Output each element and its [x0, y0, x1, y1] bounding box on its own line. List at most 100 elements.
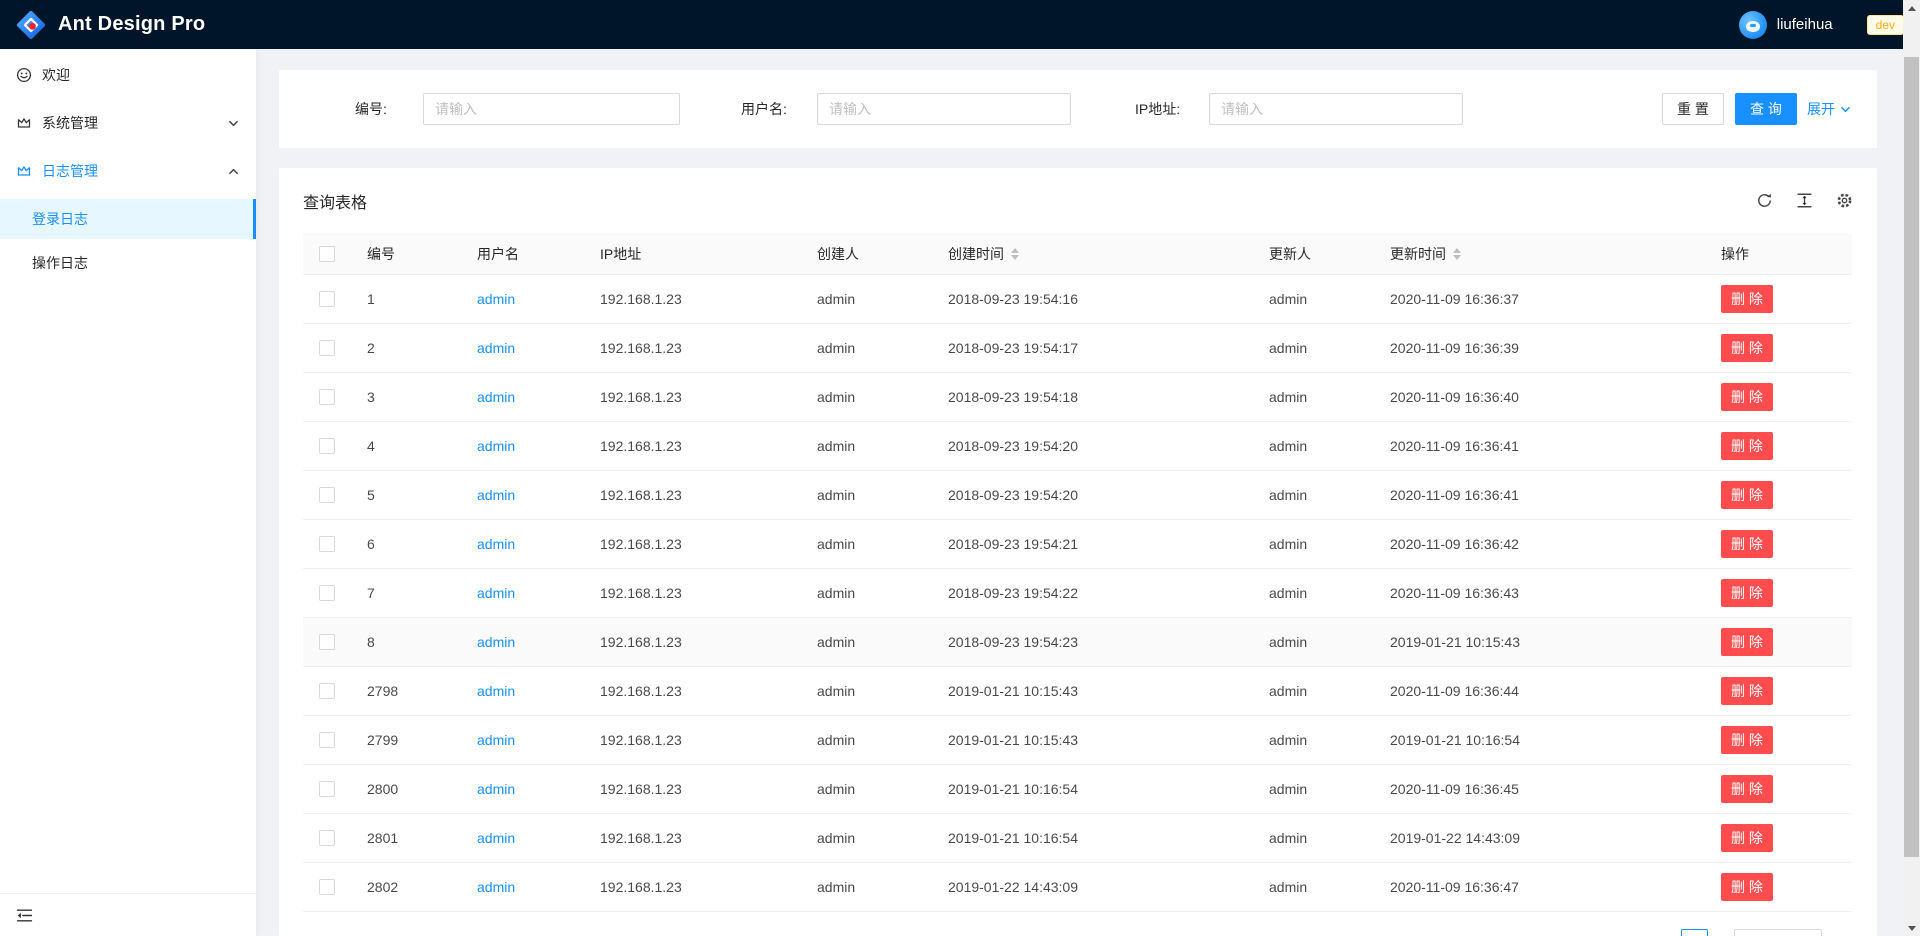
sort-toggle[interactable] [1011, 248, 1019, 260]
id-input[interactable] [423, 93, 680, 125]
username-link[interactable]: admin [477, 781, 515, 797]
table-title: 查询表格 [303, 189, 367, 213]
delete-button[interactable]: 删 除 [1721, 383, 1773, 411]
delete-button[interactable]: 删 除 [1721, 334, 1773, 362]
expand-toggle[interactable]: 展开 [1807, 99, 1851, 119]
delete-button[interactable]: 删 除 [1721, 579, 1773, 607]
select-all-checkbox[interactable] [319, 246, 335, 262]
field-label-id: 编号: [355, 99, 387, 119]
cell-created-time: 2018-09-23 19:54:22 [932, 585, 1253, 601]
row-checkbox[interactable] [319, 634, 335, 650]
delete-button[interactable]: 删 除 [1721, 873, 1773, 901]
username-link[interactable]: admin [477, 536, 515, 552]
sort-toggle[interactable] [1453, 248, 1461, 260]
sidebar-item-welcome[interactable]: 欢迎 [0, 55, 256, 95]
sidebar-item-log-management[interactable]: 日志管理 [0, 151, 256, 191]
username-link[interactable]: admin [477, 340, 515, 356]
username-link[interactable]: admin [477, 291, 515, 307]
row-checkbox[interactable] [319, 683, 335, 699]
username-input[interactable] [817, 93, 1071, 125]
delete-button[interactable]: 删 除 [1721, 628, 1773, 656]
sidebar-item-label: 操作日志 [32, 253, 88, 273]
cell-updater: admin [1253, 487, 1374, 503]
username-link[interactable]: admin [477, 732, 515, 748]
row-checkbox[interactable] [319, 830, 335, 846]
column-height-icon[interactable] [1796, 192, 1813, 209]
delete-button[interactable]: 删 除 [1721, 481, 1773, 509]
username-link[interactable]: admin [477, 438, 515, 454]
cell-creator: admin [801, 634, 932, 650]
cell-creator: admin [801, 291, 932, 307]
field-label-ip: IP地址: [1135, 99, 1180, 119]
table-row: 2798 admin 192.168.1.23 admin 2019-01-21… [303, 667, 1852, 716]
cell-created-time: 2019-01-22 14:43:09 [932, 879, 1253, 895]
username-link[interactable]: admin [477, 389, 515, 405]
row-checkbox[interactable] [319, 781, 335, 797]
query-button[interactable]: 查 询 [1735, 93, 1797, 125]
cell-updater: admin [1253, 879, 1374, 895]
cell-id: 2 [351, 340, 461, 356]
table-row: 2799 admin 192.168.1.23 admin 2019-01-21… [303, 716, 1852, 765]
pagination-page-1[interactable] [1681, 929, 1708, 936]
row-checkbox[interactable] [319, 879, 335, 895]
cell-ip: 192.168.1.23 [584, 487, 801, 503]
ip-input[interactable] [1209, 93, 1463, 125]
row-checkbox[interactable] [319, 389, 335, 405]
cell-updated-time: 2020-11-09 16:36:39 [1374, 340, 1705, 356]
crown-icon [16, 115, 32, 131]
cell-updater: admin [1253, 536, 1374, 552]
cell-updated-time: 2020-11-09 16:36:41 [1374, 487, 1705, 503]
reset-button[interactable]: 重 置 [1662, 93, 1724, 125]
sidebar-item-operation-log[interactable]: 操作日志 [0, 243, 256, 283]
row-checkbox[interactable] [319, 291, 335, 307]
delete-button[interactable]: 删 除 [1721, 530, 1773, 558]
delete-button[interactable]: 删 除 [1721, 432, 1773, 460]
delete-button[interactable]: 删 除 [1721, 677, 1773, 705]
username-link[interactable]: admin [477, 830, 515, 846]
delete-button[interactable]: 删 除 [1721, 775, 1773, 803]
cell-ip: 192.168.1.23 [584, 830, 801, 846]
scrollbar-thumb[interactable] [1904, 57, 1919, 857]
user-menu[interactable]: liufeihua [1739, 11, 1833, 39]
sidebar-item-login-log[interactable]: 登录日志 [0, 199, 256, 239]
row-checkbox[interactable] [319, 585, 335, 601]
row-checkbox[interactable] [319, 487, 335, 503]
cell-ip: 192.168.1.23 [584, 634, 801, 650]
cell-creator: admin [801, 536, 932, 552]
column-header-id: 编号 [351, 244, 461, 264]
username-link[interactable]: admin [477, 683, 515, 699]
username-link[interactable]: admin [477, 585, 515, 601]
crown-icon [16, 163, 32, 179]
scrollbar-up-arrow[interactable] [1903, 0, 1920, 16]
chevron-down-icon [1840, 104, 1851, 115]
username-link[interactable]: admin [477, 879, 515, 895]
row-checkbox[interactable] [319, 340, 335, 356]
row-checkbox[interactable] [319, 438, 335, 454]
setting-icon[interactable] [1836, 192, 1853, 209]
table-row: 2800 admin 192.168.1.23 admin 2019-01-21… [303, 765, 1852, 814]
row-checkbox[interactable] [319, 536, 335, 552]
reload-icon[interactable] [1756, 192, 1773, 209]
expand-label: 展开 [1807, 99, 1835, 119]
cell-creator: admin [801, 683, 932, 699]
scrollbar-down-arrow[interactable] [1903, 920, 1920, 936]
pagination-size-select[interactable] [1734, 929, 1822, 936]
username-link[interactable]: admin [477, 487, 515, 503]
cell-id: 2802 [351, 879, 461, 895]
sidebar-item-system-management[interactable]: 系统管理 [0, 103, 256, 143]
cell-ip: 192.168.1.23 [584, 438, 801, 454]
menu-fold-icon[interactable] [16, 907, 33, 924]
delete-button[interactable]: 删 除 [1721, 726, 1773, 754]
app-logo[interactable]: Ant Design Pro [16, 10, 205, 40]
chevron-down-icon [228, 118, 239, 129]
delete-button[interactable]: 删 除 [1721, 824, 1773, 852]
delete-button[interactable]: 删 除 [1721, 285, 1773, 313]
cell-created-time: 2018-09-23 19:54:18 [932, 389, 1253, 405]
app-header: Ant Design Pro liufeihua dev [0, 0, 1920, 49]
row-checkbox[interactable] [319, 732, 335, 748]
username-link[interactable]: admin [477, 634, 515, 650]
cell-id: 5 [351, 487, 461, 503]
env-tag: dev [1867, 15, 1904, 35]
cell-updater: admin [1253, 291, 1374, 307]
search-card: 编号: 用户名: IP地址: 重 置 查 询 展开 [279, 70, 1877, 148]
